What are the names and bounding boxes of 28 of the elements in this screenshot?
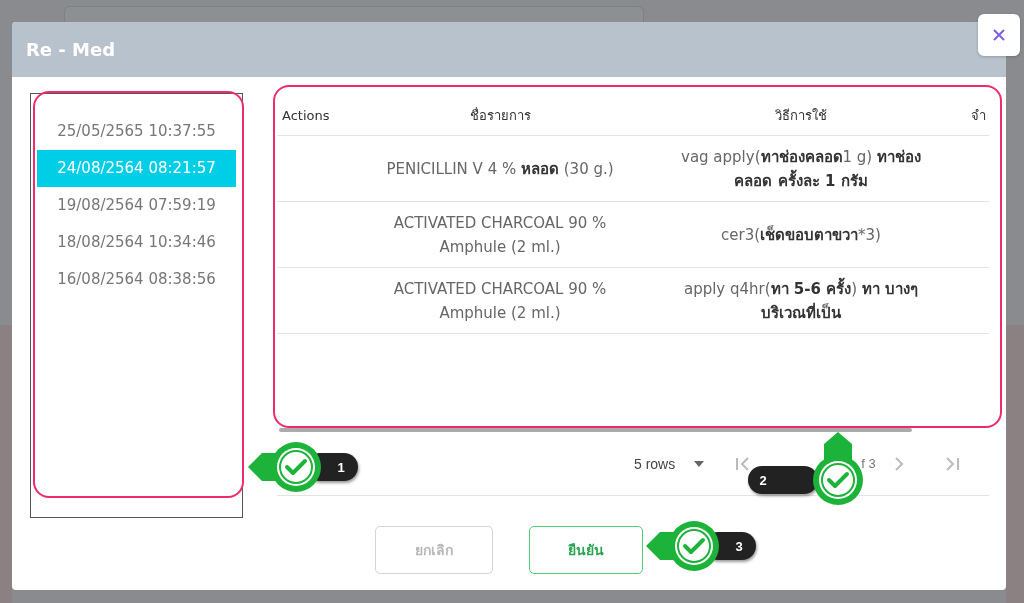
- confirm-button[interactable]: ยืนยัน: [529, 526, 643, 574]
- medication-name: ACTIVATED CHARCOAL 90 % Amphule (2 ml.): [393, 213, 607, 256]
- page-info: f 3: [861, 456, 876, 471]
- check-marker-icon: [646, 518, 722, 574]
- medication-name: ACTIVATED CHARCOAL 90 % Amphule (2 ml.): [393, 279, 607, 322]
- usage-instructions: apply q4hr(ทา 5-6 ครั้ง) ทา บางๆบริเวณที่เป็น: [683, 279, 918, 322]
- close-icon: [993, 29, 1005, 41]
- dialog-title: Re - Med: [26, 39, 116, 60]
- medication-name: PENICILLIN V 4 % หลอด (30 g.): [386, 159, 614, 178]
- history-item[interactable]: 19/08/2564 07:59:19: [37, 187, 236, 224]
- usage-instructions: cer3(เช็ดขอบตาขวา*3): [721, 225, 881, 244]
- usage-instructions: vag apply(ทาช่องคลอด1 g) ทาช่องคลอด ครั้งละ 1 กรัม: [681, 147, 921, 190]
- first-page-icon[interactable]: [735, 456, 752, 471]
- check-marker-icon: [248, 439, 324, 495]
- column-header: ชื่อรายการ: [369, 95, 631, 136]
- history-item[interactable]: 25/05/2565 10:37:55: [37, 113, 236, 150]
- dropdown-caret-icon[interactable]: [693, 459, 706, 468]
- close-button[interactable]: [978, 14, 1020, 56]
- last-page-icon[interactable]: [943, 456, 960, 471]
- check-marker-icon: [810, 432, 866, 508]
- column-header: จำ: [971, 95, 989, 136]
- rows-per-page-select[interactable]: 5 rows: [634, 455, 676, 472]
- history-item[interactable]: 18/08/2564 10:34:46: [37, 224, 236, 261]
- column-header: วิธีการใช้: [631, 95, 971, 136]
- next-page-icon[interactable]: [893, 456, 904, 471]
- history-item[interactable]: 16/08/2564 08:38:56: [37, 261, 236, 298]
- column-header: Actions: [277, 95, 369, 136]
- scrollbar[interactable]: [279, 428, 912, 432]
